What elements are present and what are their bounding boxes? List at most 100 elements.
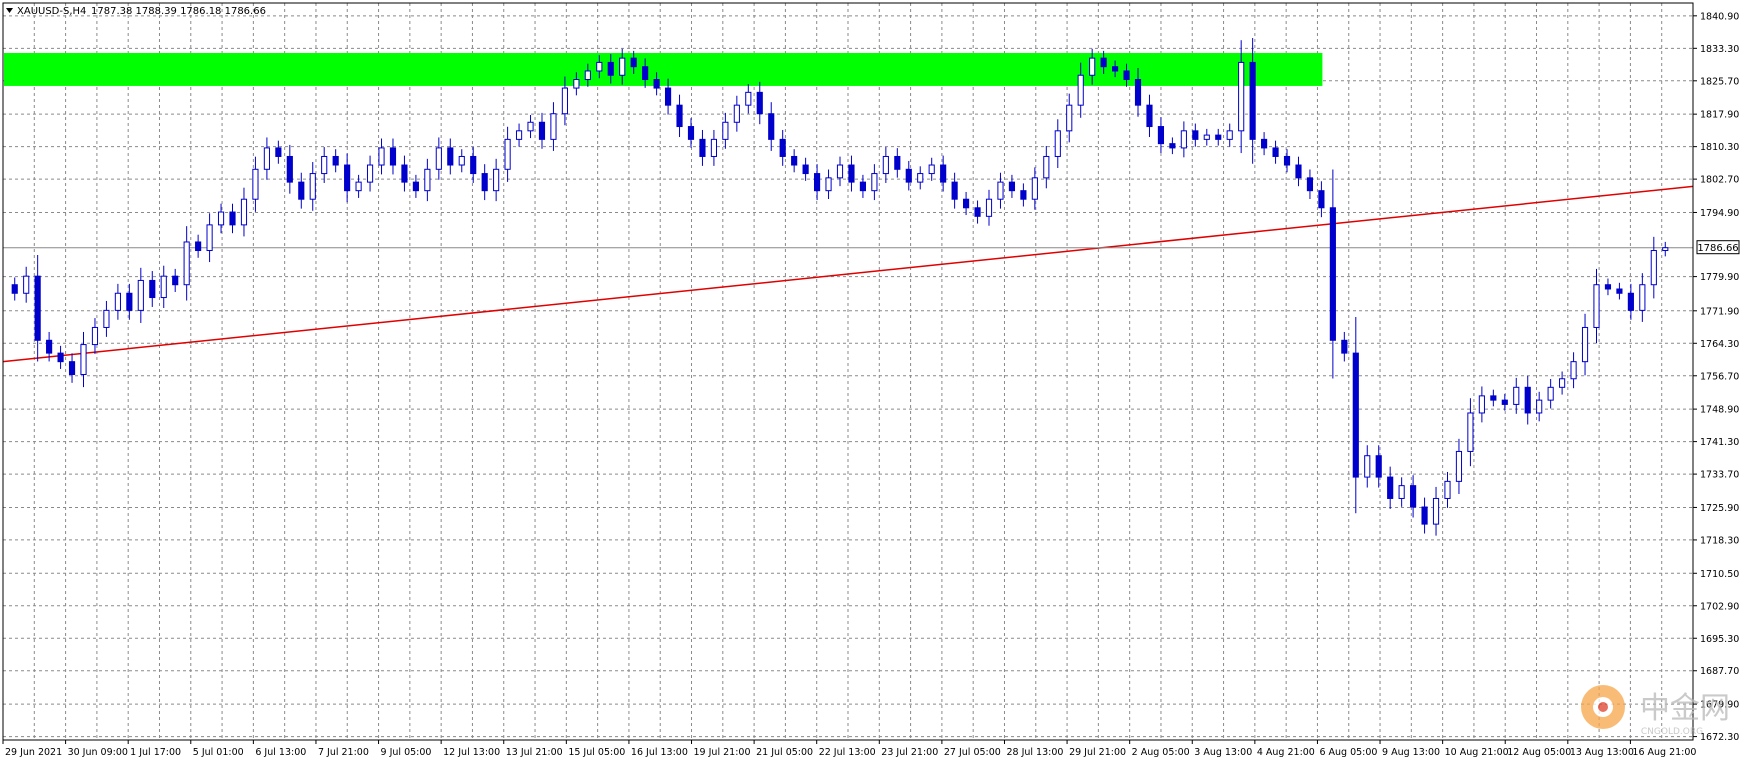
candle-bullish (252, 168, 259, 200)
y-tick-label: 1741.30 (1700, 437, 1739, 448)
candle-bullish (1203, 134, 1210, 140)
candle-bullish (1364, 455, 1371, 478)
y-tick-label: 1817.90 (1700, 110, 1739, 121)
candle-bearish (57, 352, 64, 363)
candle-bullish (160, 275, 167, 299)
candle-bearish (848, 164, 855, 183)
candle-bullish (366, 164, 374, 183)
x-tick-label: 28 Jul 13:00 (1006, 747, 1063, 758)
candle-bullish (1536, 399, 1543, 414)
candle-bearish (1387, 476, 1394, 499)
candle-bullish (1455, 450, 1463, 482)
candle-bullish (1180, 130, 1187, 149)
candle-bearish (687, 126, 695, 140)
candle-bullish (1077, 74, 1084, 106)
candle-bearish (642, 66, 649, 81)
resistance-zone-layer (4, 53, 1323, 86)
candle-bullish (710, 138, 717, 157)
candle-bearish (1283, 155, 1291, 166)
candle-bearish (940, 164, 947, 183)
candle-bearish (1341, 339, 1348, 354)
candle-bullish (424, 168, 431, 192)
candle-bearish (1490, 395, 1497, 401)
candle-bearish (779, 138, 786, 157)
x-tick-label: 22 Jul 13:00 (819, 747, 876, 758)
candle-bearish (756, 91, 763, 115)
x-tick-label: 27 Jul 05:00 (944, 747, 1001, 758)
y-tick-label: 1695.30 (1700, 634, 1739, 645)
current-price-tag: 1786.66 (1696, 240, 1740, 255)
x-tick-label: 5 Jul 01:00 (193, 747, 244, 758)
candle-bullish (435, 147, 442, 170)
candle-bullish (745, 91, 752, 106)
x-tick-label: 21 Jul 05:00 (756, 747, 813, 758)
candle-bearish (1627, 292, 1634, 311)
candle-bullish (1043, 155, 1050, 179)
x-tick-label: 6 Aug 05:00 (1319, 747, 1377, 758)
x-tick-label: 29 Jun 2021 (5, 747, 62, 758)
candle-bearish (1604, 284, 1612, 290)
x-tick-label: 1 Jul 17:00 (130, 747, 181, 758)
candle-bullish (217, 211, 225, 226)
y-tick-label: 1764.30 (1700, 339, 1739, 350)
candle-bullish (1570, 361, 1577, 380)
candle-bullish (1559, 378, 1566, 388)
header-arrow-icon (6, 8, 13, 13)
candle-bullish (309, 173, 316, 200)
watermark-logo-dot-icon (1598, 702, 1608, 712)
candle-bearish (1008, 181, 1016, 192)
candle-bullish (573, 79, 580, 89)
candle-bearish (768, 113, 775, 140)
candle-bearish (630, 57, 637, 68)
price-axis: 1840.90 1833.30 1825.70 1817.90 1810.30 1802.… (1693, 11, 1739, 743)
candle-bullish (1467, 412, 1474, 452)
candle-bullish (114, 292, 121, 311)
price-chart[interactable]: 1840.90 1833.30 1825.70 1817.90 1810.30 1802.… (0, 0, 1741, 763)
candle-bullish (1444, 480, 1451, 499)
candle-bullish (206, 224, 213, 252)
x-tick-label: 16 Aug 21:00 (1632, 747, 1696, 758)
candle-bearish (389, 147, 397, 166)
candle-bearish (1100, 57, 1107, 68)
candle-bullish (91, 326, 99, 346)
candle-bearish (126, 292, 133, 311)
candle-bearish (653, 79, 660, 89)
candle-bullish (80, 344, 87, 375)
candle-bullish (1054, 130, 1061, 157)
candle-bearish (1192, 130, 1199, 140)
candle-bullish (1547, 386, 1554, 401)
candle-bearish (11, 284, 18, 294)
grid (2, 3, 1694, 740)
candle-bullish (1478, 395, 1485, 414)
candle-bearish (195, 241, 202, 252)
x-tick-label: 7 Jul 21:00 (318, 747, 369, 758)
candle-bullish (619, 57, 626, 76)
y-tick-label: 1687.70 (1700, 666, 1739, 677)
candle-bullish (1089, 57, 1096, 76)
candle-bearish (470, 155, 477, 175)
x-tick-label: 16 Jul 13:00 (631, 747, 688, 758)
y-tick-label: 1672.30 (1700, 732, 1739, 743)
candle-bullish (378, 147, 385, 166)
y-tick-label: 1802.70 (1700, 175, 1739, 186)
candle-bearish (1146, 104, 1153, 128)
x-tick-label: 29 Jul 21:00 (1069, 747, 1126, 758)
candle-bullish (103, 309, 110, 328)
y-tick-label: 1710.50 (1700, 569, 1739, 580)
y-tick-label: 1725.90 (1700, 503, 1739, 514)
x-tick-label: 4 Aug 21:00 (1257, 747, 1315, 758)
y-tick-label: 1833.30 (1700, 44, 1739, 55)
candle-bullish (1513, 386, 1520, 405)
candle-bullish (836, 164, 844, 179)
candle-bullish (1662, 247, 1669, 252)
y-tick-label: 1748.90 (1700, 405, 1739, 416)
candle-bullish (882, 155, 889, 175)
candle-bullish (1238, 61, 1245, 132)
x-tick-label: 15 Jul 05:00 (568, 747, 625, 758)
candle-bearish (298, 181, 305, 200)
candle-bearish (1272, 147, 1279, 157)
candle-bullish (458, 155, 465, 166)
x-tick-label: 12 Jul 13:00 (443, 747, 500, 758)
candle-bearish (802, 164, 809, 175)
candle-bearish (1157, 126, 1165, 145)
